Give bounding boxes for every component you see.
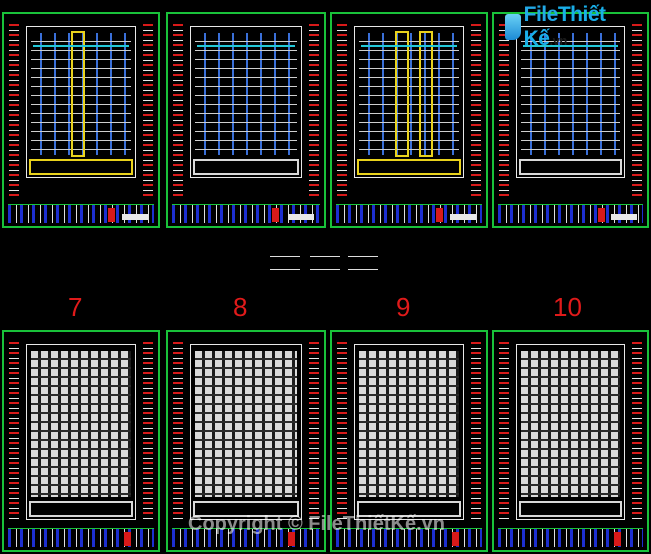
facade-grid (521, 351, 620, 497)
stair-core (419, 31, 433, 157)
floor-band (361, 45, 457, 47)
building-elevation (516, 344, 625, 520)
floor-grid (521, 33, 620, 155)
stair-core (395, 31, 409, 157)
drawing-sheet-section-2[interactable] (166, 12, 326, 228)
drawing-sheet-elevation-10[interactable] (492, 330, 649, 552)
dimension-column-right (632, 342, 642, 522)
floor-band (197, 45, 295, 47)
dimension-column-right (471, 24, 481, 198)
drawing-sheet-section-3[interactable] (330, 12, 488, 228)
facade-grid (359, 351, 459, 497)
dimension-column-left (337, 342, 347, 522)
title-block-stamp (450, 214, 476, 220)
title-block-stamp (611, 214, 637, 220)
ground-floor (519, 159, 622, 175)
dimension-column-left (9, 24, 19, 198)
title-block-mark (108, 208, 115, 222)
building-elevation (190, 344, 302, 520)
drawing-sheet-section-1[interactable] (2, 12, 160, 228)
building-section (190, 26, 302, 178)
legend-snippet (270, 256, 300, 270)
building-elevation (26, 344, 136, 520)
building-section (354, 26, 464, 178)
building-elevation (354, 344, 464, 520)
title-block (498, 528, 643, 547)
ground-floor (193, 159, 299, 175)
sheet-number-9: 9 (396, 292, 411, 322)
dimension-column-left (337, 24, 347, 198)
title-block-mark (614, 532, 621, 546)
watermark-logo-text: FileThiết Kế.vn (523, 3, 606, 50)
dimension-column-right (309, 24, 319, 198)
floor-band (33, 45, 129, 47)
sheet-number-8: 8 (233, 292, 248, 322)
sheet-number-7: 7 (68, 292, 83, 322)
dimension-column-right (471, 342, 481, 522)
ground-floor (29, 501, 133, 517)
dimension-column-left (499, 342, 509, 522)
cad-model-space-canvas[interactable]: 7 8 9 10 FileThiết Kế.vn Copyright © Fil… (0, 0, 651, 554)
building-section (26, 26, 136, 178)
title-block-mark (436, 208, 443, 222)
legend-snippet (348, 256, 378, 270)
dimension-column-left (173, 342, 183, 522)
legend-snippet (310, 256, 340, 270)
sheet-number-10: 10 (553, 292, 582, 322)
dimension-column-left (9, 342, 19, 522)
title-block-mark (124, 532, 131, 546)
ground-floor (29, 159, 133, 175)
drawing-sheet-elevation-7[interactable] (2, 330, 160, 552)
dimension-column-right (143, 342, 153, 522)
file-thiet-ke-logo-icon (505, 14, 521, 40)
dimension-column-left (499, 24, 509, 198)
title-block-stamp (122, 214, 148, 220)
copyright-watermark: Copyright © FileThiếtKế.vn (188, 513, 445, 535)
stair-core (71, 31, 85, 157)
title-block-mark (598, 208, 605, 222)
ground-floor (519, 501, 622, 517)
floor-grid (359, 33, 459, 155)
title-block-stamp (288, 214, 314, 220)
title-block (8, 528, 154, 547)
dimension-column-right (309, 342, 319, 522)
title-block-mark (452, 532, 459, 546)
title-block-mark (272, 208, 279, 222)
dimension-column-right (143, 24, 153, 198)
facade-grid (31, 351, 131, 497)
floor-grid (195, 33, 297, 155)
ground-floor (357, 159, 461, 175)
dimension-column-left (173, 24, 183, 198)
facade-grid (195, 351, 297, 497)
watermark-logo: FileThiết Kế.vn (505, 3, 651, 50)
